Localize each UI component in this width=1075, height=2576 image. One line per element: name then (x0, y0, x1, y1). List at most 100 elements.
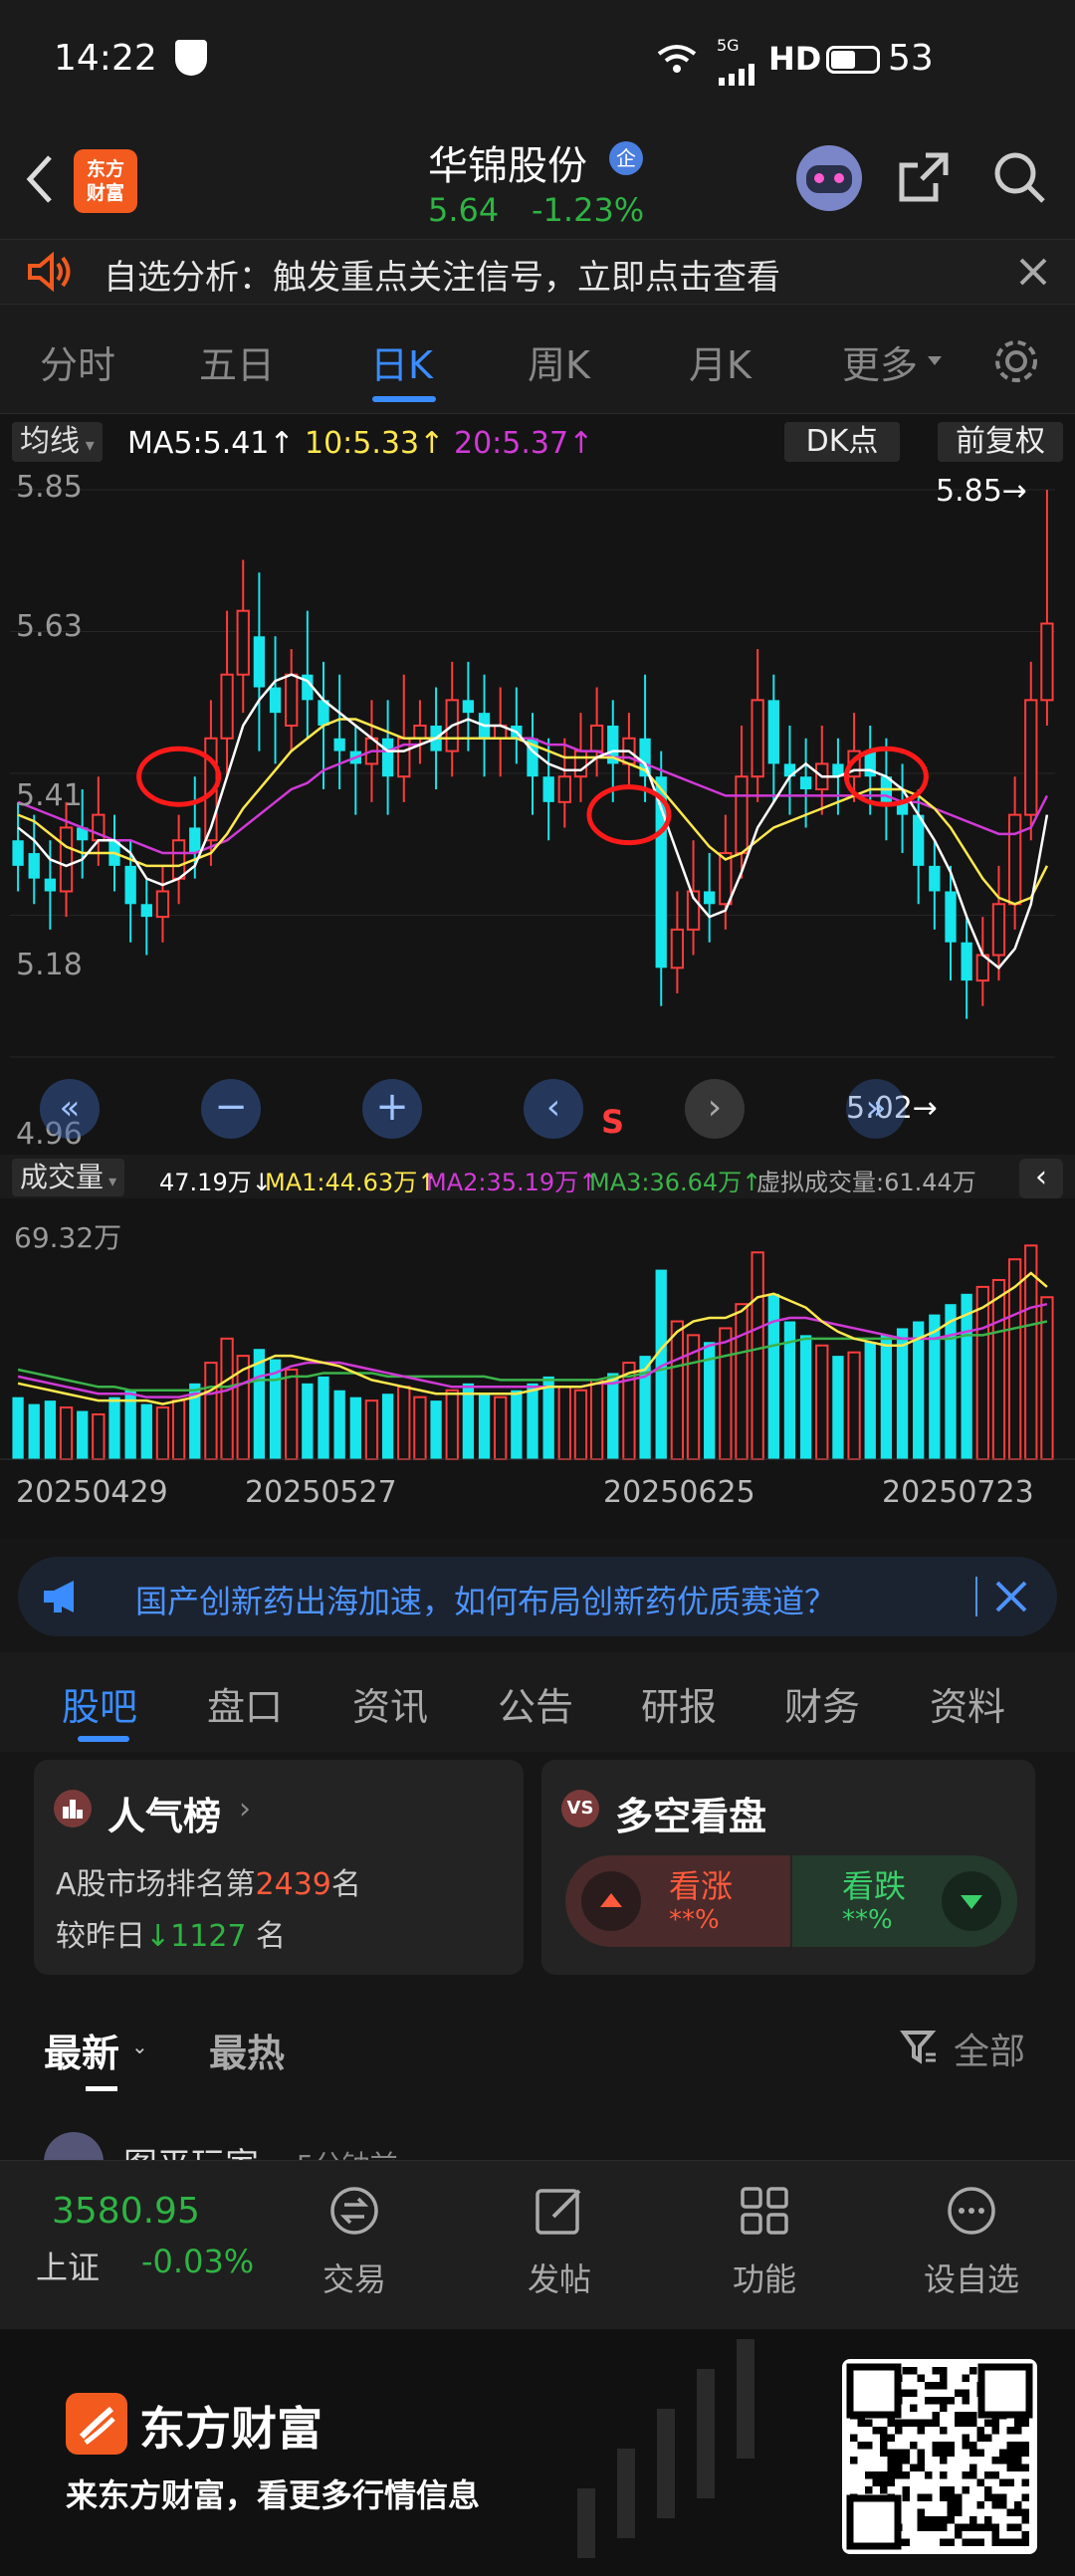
scroll-right-fast-button[interactable]: » (846, 1079, 906, 1139)
volume-bar (285, 1368, 299, 1460)
tab-intraday[interactable]: 分时 (40, 334, 115, 389)
kline-chart-panel[interactable]: 均线 ▾ MA5:5.41↑ 10:5.33↑ 20:5.37↑ DK点 前复权… (0, 414, 1075, 1539)
zoom-out-button[interactable]: − (201, 1079, 261, 1139)
qr-module (902, 2419, 910, 2427)
volume-bar (896, 1328, 909, 1459)
qr-module (917, 2508, 925, 2516)
back-icon[interactable] (20, 151, 60, 207)
tab-daily-k[interactable]: 日K (370, 334, 433, 389)
tab-guba[interactable]: 股吧 (62, 1676, 137, 1731)
qr-module (880, 2442, 888, 2450)
qr-module (917, 2464, 925, 2471)
adjust-button[interactable]: 前复权 (938, 422, 1063, 462)
filter-icon[interactable] (900, 2027, 940, 2066)
nav-functions[interactable]: 功能 (705, 2183, 824, 2300)
qr-module (1021, 2419, 1029, 2427)
filter-label[interactable]: 全部 (954, 2023, 1025, 2074)
qr-module (947, 2397, 955, 2405)
tab-monthly-k[interactable]: 月K (689, 334, 752, 389)
popularity-card[interactable]: 人气榜 › A股市场排名第2439名 较昨日↓1127 名 (34, 1760, 524, 1975)
qr-module (991, 2538, 999, 2546)
hd-label: HD (768, 40, 822, 78)
qr-module (880, 2478, 888, 2486)
qr-module (984, 2486, 992, 2494)
logo-text-bottom: 财富 (86, 182, 124, 204)
qr-module (895, 2419, 903, 2427)
tab-five-day[interactable]: 五日 (199, 334, 275, 389)
robot-assistant-icon[interactable] (796, 145, 862, 211)
volume-bar (302, 1383, 314, 1459)
stock-header: 东方 财富 华锦股份 企 5.64 -1.23% (0, 119, 1075, 239)
banner-text[interactable]: 国产创新药出海加速，如何布局创新药优质赛道？ (135, 1577, 836, 1622)
indicator-select[interactable]: 均线 ▾ (12, 422, 103, 462)
volume-bar (735, 1303, 749, 1460)
qr-module (917, 2523, 925, 2531)
compare-prefix: 较昨日 (56, 1919, 145, 1954)
volume-bar (799, 1335, 812, 1459)
nav-trade-label: 交易 (322, 2260, 386, 2298)
volume-indicator-select[interactable]: 成交量 ▾ (12, 1159, 125, 1196)
sort-latest[interactable]: 最新 (44, 2023, 119, 2077)
qr-module (1021, 2538, 1029, 2546)
volume-plot[interactable] (0, 1210, 1075, 1479)
compare-value: 1127 (170, 1919, 247, 1954)
tab-announcement[interactable]: 公告 (498, 1676, 573, 1731)
tab-profile[interactable]: 资料 (930, 1676, 1005, 1731)
volume-bar (77, 1410, 89, 1459)
dk-point-button[interactable]: DK点 (784, 422, 900, 462)
qr-module (865, 2486, 873, 2494)
rank-suffix: 名 (330, 1867, 361, 1902)
tab-finance[interactable]: 财务 (784, 1676, 860, 1731)
qr-module (902, 2538, 910, 2546)
candle-body (462, 700, 475, 714)
qr-module (932, 2419, 940, 2427)
nav-post[interactable]: 发帖 (500, 2183, 619, 2300)
collapse-panel-button[interactable]: ‹ (1019, 1159, 1063, 1198)
tab-more[interactable]: 更多 (842, 334, 918, 389)
kline-plot[interactable] (0, 470, 1075, 1067)
tab-news[interactable]: 资讯 (352, 1676, 428, 1731)
search-icon[interactable] (991, 149, 1047, 205)
gear-icon[interactable] (991, 336, 1041, 386)
sort-hottest[interactable]: 最热 (209, 2023, 285, 2077)
scroll-left-button[interactable]: ‹ (524, 1079, 583, 1139)
candle-body (269, 687, 282, 714)
app-logo[interactable]: 东方 财富 (74, 149, 137, 213)
promo-banner[interactable]: 国产创新药出海加速，如何布局创新药优质赛道？ (18, 1557, 1057, 1636)
scroll-left-fast-button[interactable]: « (40, 1079, 100, 1139)
tab-research[interactable]: 研报 (641, 1676, 717, 1731)
qr-module (1014, 2442, 1022, 2450)
qr-module (895, 2449, 903, 2457)
tab-pankou[interactable]: 盘口 (207, 1676, 283, 1731)
compare-suffix: 名 (246, 1919, 287, 1954)
bull-button[interactable]: 看涨 **% (565, 1855, 790, 1947)
nav-trade[interactable]: 交易 (295, 2183, 414, 2300)
index-name: 上证 (36, 2249, 101, 2286)
qr-module (1021, 2516, 1029, 2524)
share-icon[interactable] (896, 149, 952, 205)
volume-bar (220, 1337, 234, 1460)
bull-bear-card[interactable]: VS 多空看盘 看涨 **% 看跌 **% (541, 1760, 1035, 1975)
indicator-label: 均线 (20, 424, 80, 459)
qr-module (999, 2478, 1007, 2486)
tab-weekly-k[interactable]: 周K (528, 334, 590, 389)
scroll-right-button[interactable]: › (685, 1079, 745, 1139)
notice-text[interactable]: 自选分析：触发重点关注信号，立即点击查看 (104, 250, 780, 299)
bear-button[interactable]: 看跌 **% (792, 1855, 1017, 1947)
qr-module (917, 2419, 925, 2427)
nav-add-watchlist[interactable]: 设自选 (912, 2183, 1031, 2300)
volume-bar (413, 1395, 427, 1461)
qr-module (1014, 2427, 1022, 2435)
rank-value: 2439 (255, 1867, 331, 1902)
close-icon[interactable] (1015, 254, 1051, 290)
nav-add-watchlist-label: 设自选 (923, 2260, 1019, 2298)
index-value[interactable]: 3580.95 (52, 2191, 200, 2232)
banner-close-icon[interactable] (993, 1579, 1029, 1614)
stock-name[interactable]: 华锦股份 (428, 133, 587, 191)
feed-section: 最新 ⌄ 最热 全部 图平玩家 · 5分钟前 (0, 2001, 1075, 2192)
price-tick-2: 5.41 (16, 778, 83, 813)
zoom-in-button[interactable]: + (362, 1079, 422, 1139)
volume-bar (847, 1351, 861, 1460)
qr-module (969, 2449, 977, 2457)
notice-bar[interactable]: 自选分析：触发重点关注信号，立即点击查看 (0, 239, 1075, 305)
